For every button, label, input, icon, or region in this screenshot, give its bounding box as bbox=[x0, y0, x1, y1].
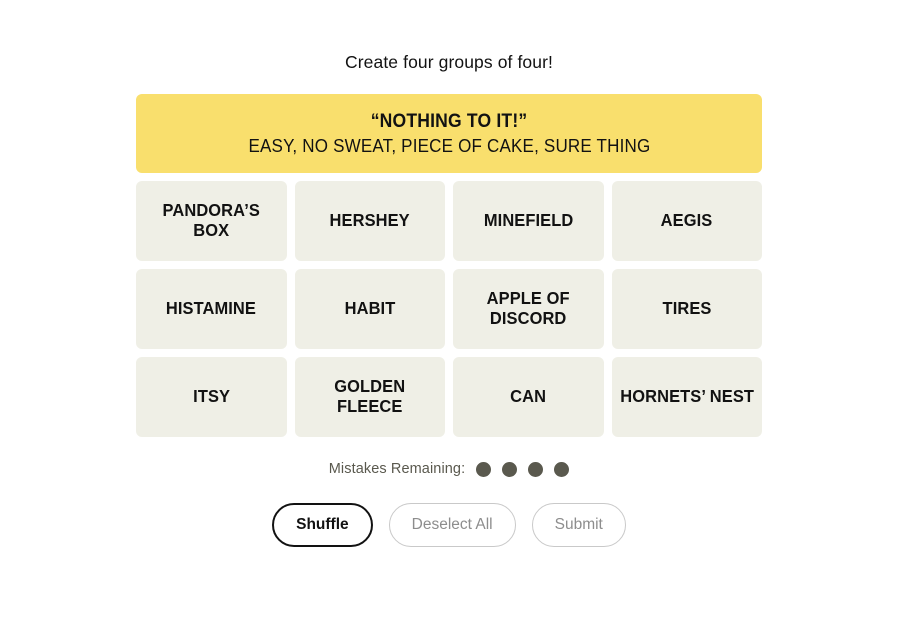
mistakes-remaining: Mistakes Remaining: bbox=[328, 461, 570, 477]
deselect-all-button[interactable]: Deselect All bbox=[388, 503, 516, 547]
word-tile-label: ITSY bbox=[192, 386, 230, 407]
page-title: Create four groups of four! bbox=[345, 52, 553, 72]
word-tile-label: PANDORA’S BOX bbox=[162, 200, 260, 240]
word-tile[interactable]: ITSY bbox=[136, 357, 287, 437]
word-tile[interactable]: TIRES bbox=[611, 269, 762, 349]
word-tile-label: HABIT bbox=[344, 298, 396, 319]
shuffle-button[interactable]: Shuffle bbox=[272, 503, 373, 547]
mistake-dot bbox=[528, 461, 544, 477]
tile-row: PANDORA’S BOX HERSHEY MINEFIELD AEGIS bbox=[136, 181, 762, 261]
solved-category-members: EASY, NO SWEAT, PIECE OF CAKE, SURE THIN… bbox=[248, 135, 650, 157]
deselect-all-button-label: Deselect All bbox=[411, 516, 493, 533]
word-tile-label: GOLDEN FLEECE bbox=[334, 376, 406, 416]
word-tile-label: HISTAMINE bbox=[166, 298, 257, 319]
solved-category-yellow: “NOTHING TO IT!” EASY, NO SWEAT, PIECE O… bbox=[136, 94, 762, 173]
word-tile-label: APPLE OF DISCORD bbox=[486, 288, 570, 328]
mistake-dots bbox=[476, 461, 570, 477]
word-tile[interactable]: GOLDEN FLEECE bbox=[294, 357, 445, 437]
word-tile[interactable]: CAN bbox=[453, 357, 604, 437]
word-tile-label: MINEFIELD bbox=[483, 210, 573, 231]
word-tile[interactable]: HORNETS’ NEST bbox=[611, 357, 762, 437]
control-buttons: Shuffle Deselect All Submit bbox=[272, 503, 626, 547]
submit-button-label: Submit bbox=[554, 516, 603, 533]
word-tile-label: HORNETS’ NEST bbox=[619, 386, 754, 407]
word-tile[interactable]: MINEFIELD bbox=[453, 181, 604, 261]
word-tile-label: CAN bbox=[510, 386, 547, 407]
connections-game: Create four groups of four! “NOTHING TO … bbox=[0, 0, 898, 622]
tile-row: HISTAMINE HABIT APPLE OF DISCORD TIRES bbox=[136, 269, 762, 349]
submit-button[interactable]: Submit bbox=[531, 503, 626, 547]
solved-category-title: “NOTHING TO IT!” bbox=[370, 109, 528, 132]
word-tile[interactable]: AEGIS bbox=[611, 181, 762, 261]
word-tile[interactable]: APPLE OF DISCORD bbox=[453, 269, 604, 349]
word-tile-label: HERSHEY bbox=[329, 210, 410, 231]
tile-row: ITSY GOLDEN FLEECE CAN HORNETS’ NEST bbox=[136, 357, 762, 437]
word-tile-label: AEGIS bbox=[660, 210, 713, 231]
word-tile-label: TIRES bbox=[662, 298, 712, 319]
game-board: “NOTHING TO IT!” EASY, NO SWEAT, PIECE O… bbox=[136, 94, 762, 437]
word-tile[interactable]: HISTAMINE bbox=[136, 269, 287, 349]
mistake-dot bbox=[554, 461, 570, 477]
mistake-dot bbox=[502, 461, 518, 477]
word-tile[interactable]: HERSHEY bbox=[294, 181, 445, 261]
word-tile[interactable]: PANDORA’S BOX bbox=[136, 181, 287, 261]
word-tile[interactable]: HABIT bbox=[294, 269, 445, 349]
mistakes-remaining-label: Mistakes Remaining: bbox=[328, 461, 466, 477]
mistake-dot bbox=[476, 461, 492, 477]
shuffle-button-label: Shuffle bbox=[296, 516, 349, 533]
